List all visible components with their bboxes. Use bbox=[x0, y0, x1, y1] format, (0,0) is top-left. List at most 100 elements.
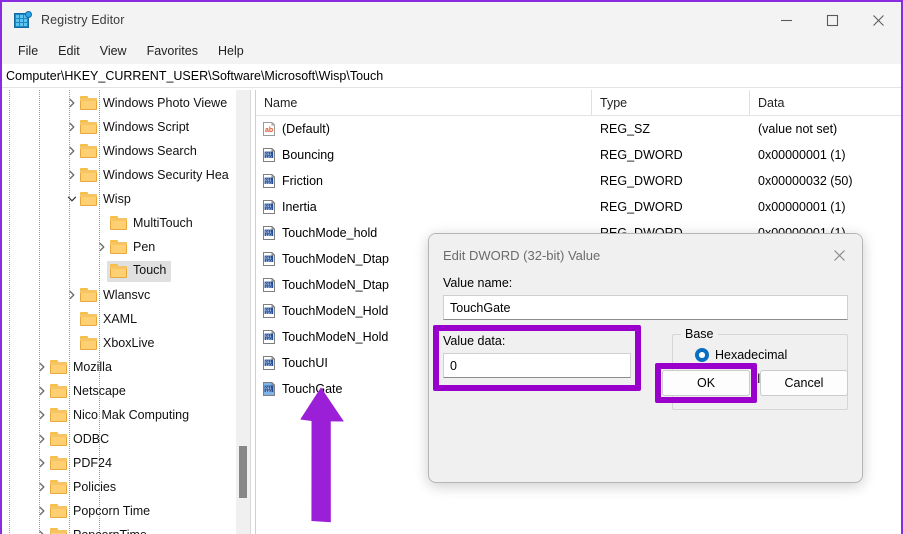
tree-item-windows-script[interactable]: Windows Script bbox=[2, 115, 236, 139]
column-header-type[interactable]: Type bbox=[592, 90, 750, 116]
value-data-cell: 0x00000001 (1) bbox=[758, 148, 846, 162]
tree-item-windows-security-hea[interactable]: Windows Security Hea bbox=[2, 163, 236, 187]
tree-item-xaml[interactable]: XAML bbox=[2, 307, 236, 331]
scrollbar-thumb[interactable] bbox=[239, 446, 247, 498]
address-bar[interactable]: Computer\HKEY_CURRENT_USER\Software\Micr… bbox=[2, 64, 901, 88]
ok-button[interactable]: OK bbox=[662, 370, 750, 396]
radio-hexadecimal-label: Hexadecimal bbox=[715, 348, 788, 362]
chevron-right-icon[interactable] bbox=[34, 475, 50, 499]
tree-item-label: Wisp bbox=[103, 191, 131, 206]
chevron-right-icon[interactable] bbox=[64, 139, 80, 163]
value-name-text: TouchUI bbox=[282, 356, 328, 370]
tree-item-content: Windows Security Hea bbox=[80, 168, 229, 182]
value-name-cell: ab (Default) bbox=[256, 116, 592, 142]
table-row[interactable]: 011 110 Bouncing REG_DWORD 0x00000001 (1) bbox=[256, 142, 901, 168]
value-name-input[interactable]: TouchGate bbox=[443, 295, 848, 320]
tree-item-policies[interactable]: Policies bbox=[2, 475, 236, 499]
dword-value-icon: 011 110 bbox=[261, 277, 277, 293]
close-icon[interactable] bbox=[816, 234, 862, 276]
folder-icon bbox=[110, 240, 127, 254]
tree-item-label: Touch bbox=[133, 263, 167, 278]
tree-item-touch[interactable]: Touch bbox=[2, 259, 236, 283]
table-row[interactable]: 011 110 Friction REG_DWORD 0x00000032 (50) bbox=[256, 168, 901, 194]
value-name-text: TouchGate bbox=[282, 382, 343, 396]
value-name-label: Value name: bbox=[443, 276, 513, 290]
tree-item-label: PDF24 bbox=[73, 455, 112, 470]
tree-item-popcorn-time[interactable]: Popcorn Time bbox=[2, 499, 236, 523]
folder-icon bbox=[80, 168, 97, 182]
tree-item-pdf24[interactable]: PDF24 bbox=[2, 451, 236, 475]
ok-button-wrapper: OK bbox=[655, 363, 757, 403]
radio-hexadecimal-indicator[interactable] bbox=[695, 348, 709, 362]
cancel-button[interactable]: Cancel bbox=[760, 370, 848, 396]
chevron-right-icon[interactable] bbox=[64, 91, 80, 115]
tree-item-content: Windows Search bbox=[80, 144, 197, 158]
folder-icon bbox=[80, 288, 97, 302]
menu-favorites[interactable]: Favorites bbox=[137, 42, 208, 61]
folder-icon bbox=[50, 408, 67, 422]
chevron-right-icon[interactable] bbox=[34, 379, 50, 403]
value-data-cell: 0x00000032 (50) bbox=[758, 174, 853, 188]
tree-item-label: Windows Script bbox=[103, 119, 190, 134]
menu-file[interactable]: File bbox=[8, 42, 48, 61]
tree-item-content: XAML bbox=[80, 312, 137, 326]
column-header-name[interactable]: Name bbox=[256, 90, 592, 116]
menu-edit[interactable]: Edit bbox=[48, 42, 90, 61]
tree-item-multitouch[interactable]: MultiTouch bbox=[2, 211, 236, 235]
value-name-text: Friction bbox=[282, 174, 323, 188]
table-row[interactable]: ab (Default) REG_SZ (value not set) bbox=[256, 116, 901, 142]
folder-icon bbox=[50, 432, 67, 446]
chevron-right-icon[interactable] bbox=[94, 235, 110, 259]
tree-item-odbc[interactable]: ODBC bbox=[2, 427, 236, 451]
chevron-right-icon[interactable] bbox=[34, 523, 50, 534]
svg-text:110: 110 bbox=[265, 388, 272, 393]
dword-value-icon: 011 110 bbox=[261, 251, 277, 267]
tree-vertical-scrollbar[interactable] bbox=[236, 90, 250, 534]
value-name-text: (Default) bbox=[282, 122, 330, 136]
tree-item-pen[interactable]: Pen bbox=[2, 235, 236, 259]
dword-value-icon: 011 110 bbox=[261, 225, 277, 241]
chevron-right-icon[interactable] bbox=[34, 499, 50, 523]
tree-item-windows-photo-viewe[interactable]: Windows Photo Viewe bbox=[2, 91, 236, 115]
menu-view[interactable]: View bbox=[90, 42, 137, 61]
minimize-icon[interactable] bbox=[763, 2, 809, 38]
tree-item-label: Mozilla bbox=[73, 359, 112, 374]
tree-item-content: MultiTouch bbox=[110, 216, 193, 230]
maximize-icon[interactable] bbox=[809, 2, 855, 38]
value-name-text: TouchModeN_Hold bbox=[282, 304, 389, 318]
column-header-data[interactable]: Data bbox=[750, 90, 901, 116]
close-icon[interactable] bbox=[855, 2, 901, 38]
dword-value-icon: 011 110 bbox=[261, 355, 277, 371]
tree-item-label: XAML bbox=[103, 311, 138, 326]
tree-item-wisp[interactable]: Wisp bbox=[2, 187, 236, 211]
radio-hexadecimal[interactable]: Hexadecimal bbox=[695, 343, 837, 367]
chevron-right-icon[interactable] bbox=[34, 427, 50, 451]
chevron-right-icon[interactable] bbox=[34, 451, 50, 475]
chevron-down-icon[interactable] bbox=[64, 187, 80, 211]
tree-item-popcorntime[interactable]: PopcornTime bbox=[2, 523, 236, 534]
chevron-right-icon[interactable] bbox=[34, 403, 50, 427]
tree-item-wlansvc[interactable]: Wlansvc bbox=[2, 283, 236, 307]
value-data-input[interactable]: 0 bbox=[443, 353, 631, 378]
value-name-text: TouchMode_hold bbox=[282, 226, 378, 240]
chevron-right-icon[interactable] bbox=[34, 355, 50, 379]
chevron-right-icon[interactable] bbox=[64, 283, 80, 307]
registry-editor-window: Registry Editor File Edit View Favorites… bbox=[0, 0, 903, 534]
tree-item-content: Windows Photo Viewe bbox=[80, 96, 227, 110]
svg-text:110: 110 bbox=[265, 284, 272, 289]
tree-item-mozilla[interactable]: Mozilla bbox=[2, 355, 236, 379]
registry-tree[interactable]: Windows Photo Viewe Windows Script Windows… bbox=[2, 90, 236, 534]
tree-item-netscape[interactable]: Netscape bbox=[2, 379, 236, 403]
tree-item-xboxlive[interactable]: XboxLive bbox=[2, 331, 236, 355]
table-row[interactable]: 011 110 Inertia REG_DWORD 0x00000001 (1) bbox=[256, 194, 901, 220]
chevron-right-icon[interactable] bbox=[64, 115, 80, 139]
list-header: Name Type Data bbox=[256, 90, 901, 116]
svg-text:110: 110 bbox=[265, 362, 272, 367]
tree-item-nico-mak-computing[interactable]: Nico Mak Computing bbox=[2, 403, 236, 427]
tree-item-windows-search[interactable]: Windows Search bbox=[2, 139, 236, 163]
value-name-text: Bouncing bbox=[282, 148, 335, 162]
chevron-right-icon[interactable] bbox=[64, 163, 80, 187]
menu-help[interactable]: Help bbox=[208, 42, 254, 61]
dword-value-icon: 011 110 bbox=[261, 173, 277, 189]
tree-item-content: Windows Script bbox=[80, 120, 189, 134]
